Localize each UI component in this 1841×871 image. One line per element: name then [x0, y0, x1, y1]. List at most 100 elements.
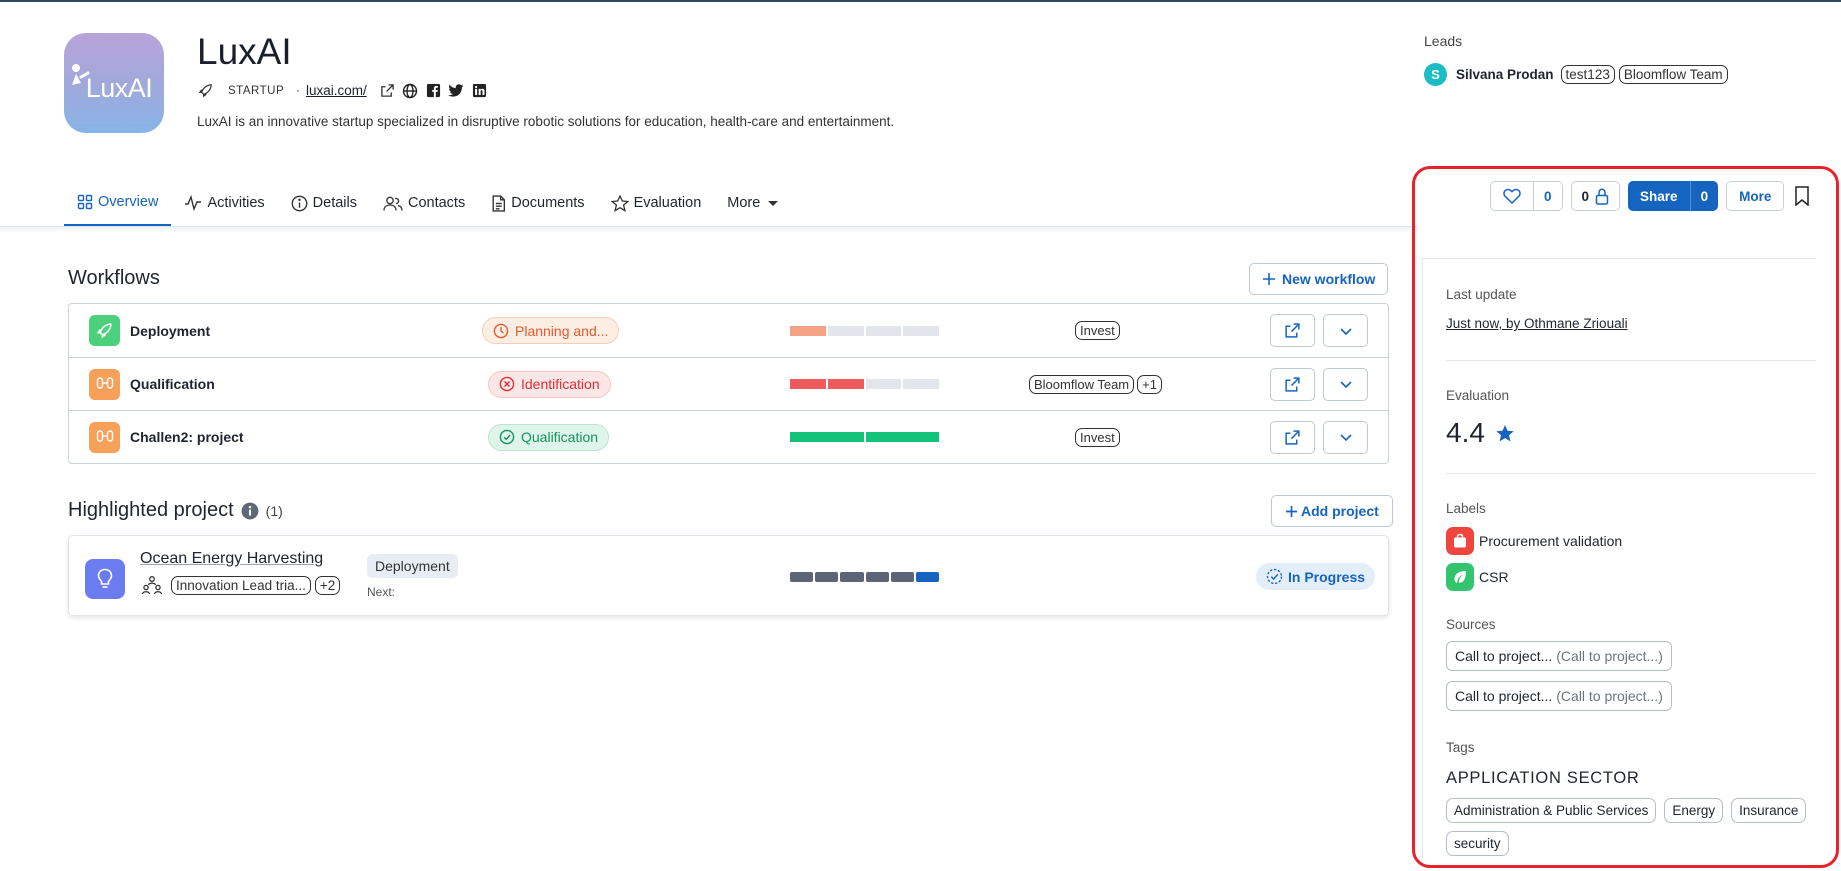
tab-details[interactable]: Details: [278, 180, 370, 226]
chevron-down-icon: [1339, 434, 1352, 442]
workflow-chips: Invest: [1075, 427, 1120, 447]
highlighted-title-text: Highlighted project: [68, 499, 234, 521]
tab-activities[interactable]: Activities: [171, 180, 277, 226]
private-button[interactable]: 0: [1570, 181, 1621, 211]
share-button[interactable]: Share 0: [1628, 181, 1719, 211]
status-badge: Qualification: [488, 423, 610, 451]
workflow-name[interactable]: Qualification: [130, 376, 215, 392]
panel-divider: [1446, 360, 1816, 361]
progress-segment: [790, 432, 864, 442]
progress-segment: [827, 379, 864, 389]
tag-chip[interactable]: Insurance: [1731, 798, 1807, 823]
open-workflow-button[interactable]: [1270, 420, 1315, 454]
tab-documents[interactable]: Documents: [478, 180, 597, 226]
workflow-progress: [790, 379, 939, 389]
workflow-chips: Bloomflow Team +1: [1029, 374, 1162, 394]
expand-workflow-button[interactable]: [1323, 420, 1368, 454]
lead-name[interactable]: Silvana Prodan: [1456, 67, 1554, 82]
rocket-icon: [197, 82, 214, 99]
workflow-funnel-icon: [89, 368, 120, 400]
progress-segment: [903, 325, 939, 336]
team-chip[interactable]: Invest: [1075, 427, 1120, 447]
expand-workflow-button[interactable]: [1323, 314, 1368, 347]
like-button[interactable]: [1491, 182, 1533, 210]
progress-segment: [827, 325, 864, 336]
team-chip[interactable]: Bloomflow Team: [1029, 374, 1135, 394]
progress-segment: [865, 379, 902, 389]
tag-chip[interactable]: security: [1446, 831, 1509, 856]
website-link[interactable]: luxai.com/: [306, 83, 367, 98]
globe-icon[interactable]: [402, 82, 419, 99]
expand-workflow-button[interactable]: [1323, 367, 1368, 401]
source-chip[interactable]: Call to project... (Call to project...): [1446, 641, 1672, 671]
lock-icon: [1595, 187, 1609, 205]
avatar[interactable]: S: [1424, 63, 1447, 86]
project-more-chip[interactable]: +2: [314, 575, 341, 595]
twitter-icon[interactable]: [448, 82, 465, 99]
label-item[interactable]: CSR: [1446, 563, 1509, 591]
table-row[interactable]: Challen2: project Qualification Invest: [69, 410, 1388, 463]
workflow-name[interactable]: Deployment: [130, 323, 210, 339]
progress-segment: [865, 432, 939, 442]
tag-chip[interactable]: Administration & Public Services: [1446, 798, 1657, 823]
project-owner-chip[interactable]: Innovation Lead tria...: [171, 575, 311, 595]
like-button-group[interactable]: 0: [1490, 181, 1563, 211]
company-logo: LuxAI: [64, 33, 164, 133]
external-link-icon: [1285, 323, 1300, 338]
tab-contacts[interactable]: Contacts: [370, 180, 478, 226]
tab-label: Activities: [207, 195, 265, 211]
workflow-funnel-icon: [89, 421, 120, 453]
bookmark-icon[interactable]: [1792, 181, 1812, 211]
workflow-chips: Invest: [1075, 321, 1120, 340]
like-count: 0: [1533, 182, 1562, 210]
table-row[interactable]: Deployment Planning and... Invest: [69, 304, 1388, 357]
progress-segment: [840, 572, 864, 582]
highlighted-count: (1): [265, 502, 283, 519]
progress-segment: [915, 572, 940, 582]
label-item[interactable]: Procurement validation: [1446, 527, 1622, 555]
lead-chip[interactable]: Bloomflow Team: [1618, 65, 1728, 84]
facebook-icon[interactable]: [425, 82, 442, 99]
logo-text: LuxAI: [85, 72, 153, 103]
linkedin-icon[interactable]: [471, 82, 488, 99]
company-name: LuxAI: [197, 31, 292, 72]
workflows-table: Deployment Planning and... Invest Qualif…: [68, 303, 1389, 464]
tab-overview[interactable]: Overview: [64, 180, 172, 226]
progress-segment: [790, 379, 826, 389]
tab-label: More: [727, 195, 761, 211]
open-workflow-button[interactable]: [1270, 314, 1315, 347]
source-chip[interactable]: Call to project... (Call to project...): [1446, 681, 1672, 711]
info-icon[interactable]: [241, 502, 259, 520]
tab-more[interactable]: More: [714, 180, 794, 226]
project-stage: Deployment: [367, 554, 458, 578]
highlighted-title: Highlighted project (1): [68, 499, 283, 522]
lightbulb-icon: [85, 559, 125, 599]
more-button[interactable]: More: [1726, 181, 1785, 211]
progress-check-icon: [1266, 568, 1283, 585]
info-icon: [291, 195, 308, 211]
check-circle-icon: [499, 429, 515, 445]
more-chip[interactable]: +1: [1137, 374, 1162, 394]
add-project-button[interactable]: Add project: [1271, 495, 1393, 527]
tab-label: Documents: [511, 195, 585, 211]
tag-chip[interactable]: Energy: [1664, 798, 1724, 823]
team-chip[interactable]: Invest: [1075, 321, 1120, 340]
lead-chip[interactable]: test123: [1560, 65, 1615, 84]
project-status-badge: In Progress: [1256, 563, 1376, 590]
tab-evaluation[interactable]: Evaluation: [598, 180, 715, 226]
company-type: STARTUP: [228, 84, 285, 97]
label-text: Procurement validation: [1479, 533, 1623, 549]
last-update-label: Last update: [1446, 287, 1517, 302]
contacts-icon: [383, 196, 403, 211]
project-card[interactable]: Ocean Energy Harvesting Innovation Lead …: [68, 535, 1389, 616]
top-border: [0, 0, 1841, 2]
workflow-name[interactable]: Challen2: project: [130, 429, 244, 445]
table-row[interactable]: Qualification Identification Bloomflow T…: [69, 357, 1388, 410]
new-workflow-button[interactable]: New workflow: [1249, 263, 1389, 295]
last-update-link[interactable]: Just now, by Othmane Zriouali: [1446, 316, 1628, 331]
open-workflow-button[interactable]: [1270, 367, 1315, 401]
project-name[interactable]: Ocean Energy Harvesting: [140, 550, 323, 568]
star-icon: [610, 194, 629, 212]
external-link-icon[interactable]: [379, 82, 396, 99]
progress-segment: [890, 572, 914, 582]
